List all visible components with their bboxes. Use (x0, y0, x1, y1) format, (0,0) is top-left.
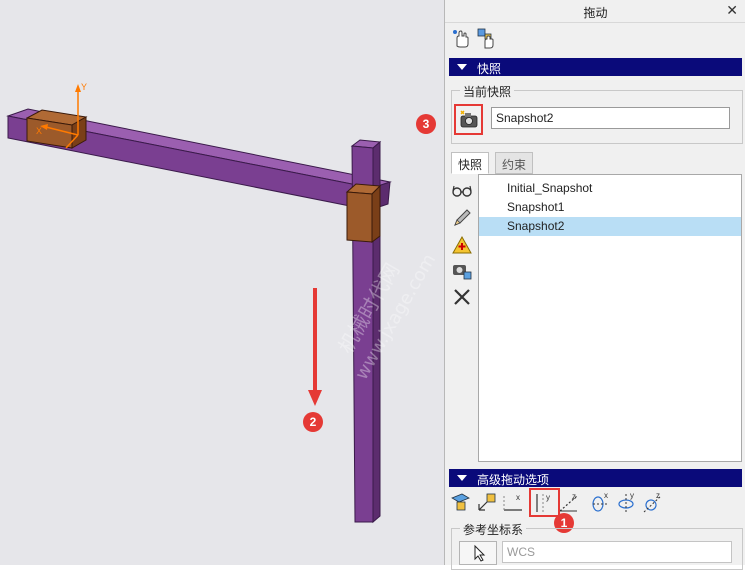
tab-constraints[interactable]: 约束 (495, 152, 534, 174)
translate-z-icon[interactable]: z (557, 490, 581, 514)
select-reference-button[interactable] (459, 541, 497, 565)
axis-letter: z (572, 492, 576, 501)
vertical-slider-block[interactable] (345, 183, 382, 243)
model-canvas[interactable]: Y X 机械时代网 www.jxage.com (0, 0, 444, 565)
snapshot-section-header[interactable]: 快照 (449, 58, 742, 76)
current-snapshot-label: 当前快照 (460, 83, 515, 100)
reference-csys-input[interactable]: WCS (502, 541, 732, 563)
axis-letter: y (630, 491, 634, 500)
cursor-arrow-icon (474, 544, 486, 562)
axis-letter: z (656, 491, 660, 500)
snapshot-section-title: 快照 (477, 62, 502, 76)
plane-normal-icon[interactable] (475, 490, 499, 514)
collapse-triangle-icon[interactable] (457, 475, 467, 481)
watermark: 机械时代网 www.jxage.com (334, 250, 441, 383)
drag-dialog: 拖动 ✕ 快照 当前快照 3 Snapshot2 快照 约束 Initial_S… (416, 0, 745, 570)
rotate-z-icon[interactable]: z (641, 490, 665, 514)
drag-direction-arrow (308, 288, 322, 406)
axis-letter: x (516, 493, 520, 502)
plane-drag-icon[interactable] (449, 490, 473, 514)
rotate-y-icon[interactable]: y (615, 490, 639, 514)
highlight-box-snapshot (454, 104, 483, 135)
list-item[interactable]: Initial_Snapshot (479, 179, 741, 198)
warning-add-icon[interactable] (451, 234, 473, 256)
reference-csys-label: 参考坐标系 (460, 521, 527, 538)
list-item-selected[interactable]: Snapshot2 (479, 217, 741, 236)
highlight-box-translate-y (529, 488, 560, 517)
callout-badge-3: 3 (416, 114, 436, 134)
translate-x-icon[interactable]: x (501, 490, 525, 514)
axis-y-label: Y (81, 82, 87, 92)
glasses-view-icon[interactable] (451, 180, 473, 202)
advanced-options-header[interactable]: 高级拖动选项 (449, 469, 742, 487)
axis-letter: x (604, 491, 608, 500)
tab-snapshots[interactable]: 快照 (451, 152, 490, 174)
collapse-triangle-icon[interactable] (457, 64, 467, 70)
callout-badge-2: 2 (303, 412, 323, 432)
dialog-title: 拖动 (583, 6, 608, 20)
hand-drag-point-icon[interactable] (451, 28, 473, 50)
camera-copy-icon[interactable] (451, 259, 473, 281)
snapshot-list[interactable]: Initial_Snapshot Snapshot1 Snapshot2 (478, 174, 742, 462)
delete-x-icon[interactable] (451, 286, 473, 308)
axis-x-label: X (36, 126, 42, 136)
advanced-options-title: 高级拖动选项 (477, 473, 550, 487)
snapshot-name-input[interactable]: Snapshot2 (491, 107, 730, 129)
dialog-titlebar: 拖动 ✕ (445, 0, 745, 23)
close-icon[interactable]: ✕ (726, 2, 738, 19)
hand-drag-body-icon[interactable] (477, 28, 499, 50)
rotate-x-icon[interactable]: x (589, 490, 613, 514)
pencil-edit-icon[interactable] (451, 207, 473, 229)
list-item[interactable]: Snapshot1 (479, 198, 741, 217)
graphics-viewport[interactable]: Y X 机械时代网 www.jxage.com 2 (0, 0, 444, 565)
